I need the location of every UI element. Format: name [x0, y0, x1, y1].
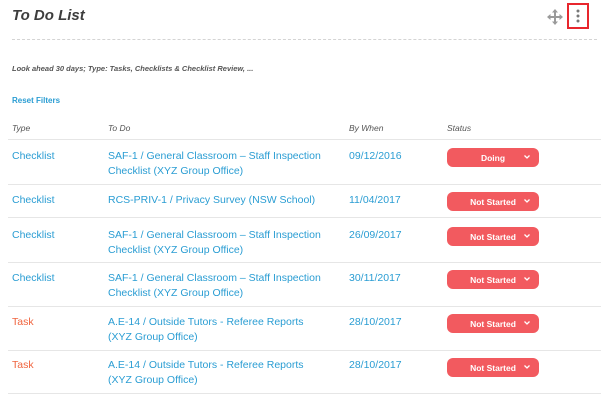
status-label: Not Started — [470, 196, 516, 207]
row-type: Task — [12, 316, 34, 328]
row-divider — [8, 184, 601, 185]
row-type: Checklist — [12, 272, 55, 284]
chevron-down-icon — [524, 277, 530, 281]
status-label: Not Started — [470, 362, 516, 373]
row-todo-link[interactable]: SAF-1 / General Classroom – Staff Inspec… — [108, 149, 338, 179]
row-todo-line-1: RCS-PRIV-1 / Privacy Survey (NSW School) — [108, 194, 316, 206]
row-todo-line-1: SAF-1 / General Classroom – Staff Inspec… — [108, 229, 321, 241]
row-by-when: 30/11/2017 — [349, 272, 401, 284]
filter-summary: Look ahead 30 days; Type: Tasks, Checkli… — [12, 64, 254, 73]
header-divider — [12, 39, 597, 40]
row-todo-line-1: A.E-14 / Outside Tutors - Referee Report… — [108, 316, 304, 328]
row-by-when: 28/10/2017 — [349, 359, 402, 371]
row-type: Checklist — [12, 150, 55, 162]
widget-menu-button[interactable] — [567, 3, 589, 29]
vertical-ellipsis-icon — [576, 9, 580, 23]
chevron-down-icon — [524, 365, 530, 369]
row-todo-line-2: Checklist (XYZ Group Office) — [108, 244, 244, 256]
status-label: Not Started — [470, 318, 516, 329]
status-dropdown[interactable]: Not Started — [447, 270, 539, 289]
status-label: Not Started — [470, 231, 516, 242]
row-todo-line-1: SAF-1 / General Classroom – Staff Inspec… — [108, 150, 321, 162]
status-dropdown[interactable]: Not Started — [447, 192, 539, 211]
chevron-down-icon — [524, 155, 530, 159]
row-by-when: 26/09/2017 — [349, 229, 402, 241]
row-todo-line-1: SAF-1 / General Classroom – Staff Inspec… — [108, 272, 321, 284]
row-divider — [8, 306, 601, 307]
row-todo-line-1: A.E-14 / Outside Tutors - Referee Report… — [108, 359, 304, 371]
row-by-when: 28/10/2017 — [349, 316, 402, 328]
row-divider — [8, 393, 601, 394]
reset-filters-link[interactable]: Reset Filters — [12, 96, 60, 105]
row-todo-link[interactable]: SAF-1 / General Classroom – Staff Inspec… — [108, 228, 338, 258]
status-dropdown[interactable]: Doing — [447, 148, 539, 167]
column-header-by-when: By When — [349, 123, 384, 133]
row-type: Checklist — [12, 229, 55, 241]
column-header-status: Status — [447, 123, 472, 133]
row-type: Task — [12, 359, 34, 371]
row-todo-line-2: (XYZ Group Office) — [108, 331, 198, 343]
row-todo-link[interactable]: A.E-14 / Outside Tutors - Referee Report… — [108, 358, 338, 388]
status-label: Doing — [480, 152, 506, 163]
chevron-down-icon — [524, 321, 530, 325]
column-header-type: Type — [12, 123, 31, 133]
row-divider — [8, 217, 601, 218]
row-by-when: 11/04/2017 — [349, 194, 401, 206]
status-dropdown[interactable]: Not Started — [447, 358, 539, 377]
row-todo-line-2: Checklist (XYZ Group Office) — [108, 165, 244, 177]
row-todo-line-2: (XYZ Group Office) — [108, 374, 198, 386]
row-todo-link[interactable]: SAF-1 / General Classroom – Staff Inspec… — [108, 271, 338, 301]
status-dropdown[interactable]: Not Started — [447, 227, 539, 246]
row-by-when: 09/12/2016 — [349, 150, 402, 162]
header-row-divider — [8, 139, 601, 140]
chevron-down-icon — [524, 234, 530, 238]
widget-title: To Do List — [12, 7, 85, 24]
row-type: Checklist — [12, 194, 55, 206]
status-label: Not Started — [470, 274, 516, 285]
status-dropdown[interactable]: Not Started — [447, 314, 539, 333]
move-arrows-icon[interactable] — [547, 9, 563, 25]
row-todo-link[interactable]: RCS-PRIV-1 / Privacy Survey (NSW School) — [108, 193, 338, 208]
row-divider — [8, 262, 601, 263]
row-divider — [8, 350, 601, 351]
column-header-todo: To Do — [108, 123, 131, 133]
row-todo-line-2: Checklist (XYZ Group Office) — [108, 287, 244, 299]
chevron-down-icon — [524, 199, 530, 203]
row-todo-link[interactable]: A.E-14 / Outside Tutors - Referee Report… — [108, 315, 338, 345]
